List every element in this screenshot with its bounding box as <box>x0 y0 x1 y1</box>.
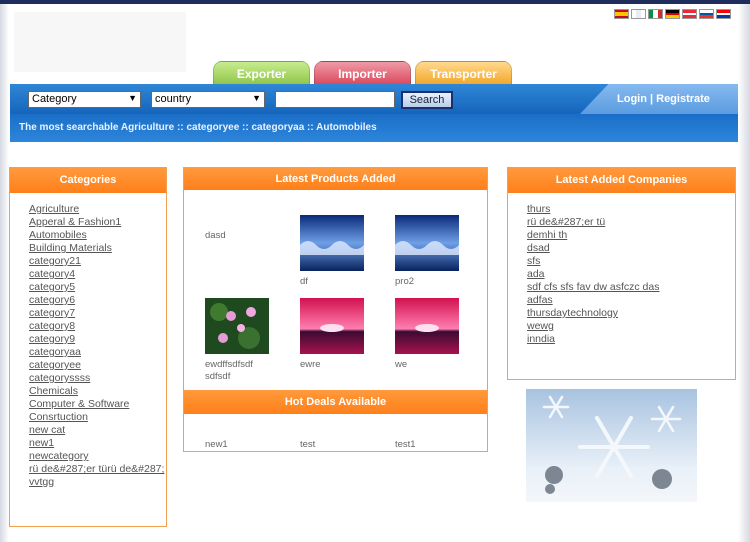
france-flag-icon[interactable] <box>631 9 646 19</box>
chevron-down-icon: ▼ <box>252 93 261 103</box>
search-input[interactable] <box>275 91 395 108</box>
category-link[interactable]: categoryee <box>29 359 166 372</box>
companies-list: thurs rü de&#287;er tü demhi th dsad sfs ada s… <box>508 193 735 346</box>
category-link[interactable]: Consrtuction <box>29 411 166 424</box>
slovenia-flag-icon[interactable] <box>699 9 714 19</box>
company-link[interactable]: inndia <box>527 333 735 346</box>
product-label-dasd[interactable]: dasd <box>205 230 226 241</box>
hot-deal-test1[interactable]: test1 <box>395 439 416 450</box>
categories-list: Agriculture Apperal & Fashion1 Automobiles… <box>10 193 166 489</box>
left-frame <box>0 4 9 542</box>
snowflake-banner-image[interactable] <box>526 389 697 502</box>
categories-title: Categories <box>10 168 166 193</box>
hot-deal-test[interactable]: test <box>300 439 315 450</box>
spain-flag-icon[interactable] <box>614 9 629 19</box>
category-link[interactable]: categoryssss <box>29 372 166 385</box>
product-image-ewdffsdfsdf[interactable] <box>205 298 269 354</box>
product-label-ewdffsdfsdf[interactable]: ewdffsdfsdf sdfsdf <box>205 359 275 383</box>
search-bar: Category ▼ country ▼ Search Login | Regist… <box>10 84 738 114</box>
company-link[interactable]: thursdaytechnology <box>527 307 735 320</box>
category-link[interactable]: category21 <box>29 255 166 268</box>
login-register-link[interactable]: Login | Registrate <box>617 93 710 105</box>
category-link[interactable]: Chemicals <box>29 385 166 398</box>
company-link[interactable]: adfas <box>527 294 735 307</box>
category-select-value: Category <box>32 93 77 105</box>
category-select[interactable]: Category ▼ <box>28 91 141 108</box>
latest-companies-title: Latest Added Companies <box>508 168 735 193</box>
company-link[interactable]: dsad <box>527 242 735 255</box>
tab-exporter[interactable]: Exporter <box>213 61 310 85</box>
chevron-down-icon: ▼ <box>128 93 137 103</box>
product-label-df[interactable]: df <box>300 276 308 287</box>
search-button[interactable]: Search <box>401 91 453 109</box>
product-label-pro2[interactable]: pro2 <box>395 276 414 287</box>
categories-panel: Categories Agriculture Apperal & Fashion1… <box>9 167 167 527</box>
product-image-ewre[interactable] <box>300 298 364 354</box>
company-link[interactable]: sdf cfs sfs fav dw asfczc das <box>527 281 735 294</box>
category-link[interactable]: Agriculture <box>29 203 166 216</box>
category-link[interactable]: Automobiles <box>29 229 166 242</box>
category-link[interactable]: vvtgg <box>29 476 166 489</box>
latest-companies-panel: Latest Added Companies thurs rü de&#287;e… <box>507 167 736 380</box>
latest-products-panel: Latest Products Added dasd df pro2 ewdff… <box>183 167 488 452</box>
category-link[interactable]: rü de&#287;er türü de&#287; <box>10 463 166 476</box>
category-link[interactable]: categoryaa <box>29 346 166 359</box>
top-border <box>0 0 750 4</box>
category-link[interactable]: category8 <box>29 320 166 333</box>
austria-flag-icon[interactable] <box>682 9 697 19</box>
breadcrumb-bar: The most searchable Agriculture :: categ… <box>10 114 738 142</box>
category-link[interactable]: newcategory <box>29 450 166 463</box>
company-link[interactable]: wewg <box>527 320 735 333</box>
company-link[interactable]: thurs <box>527 203 735 216</box>
hot-deals-title: Hot Deals Available <box>184 390 487 414</box>
main-tabs: Exporter Importer Transporter <box>213 61 512 85</box>
category-link[interactable]: Computer & Software <box>10 398 166 411</box>
italy-flag-icon[interactable] <box>648 9 663 19</box>
site-logo[interactable] <box>14 12 186 72</box>
tab-transporter[interactable]: Transporter <box>415 61 512 85</box>
hot-deal-new1[interactable]: new1 <box>205 439 228 450</box>
product-image-we[interactable] <box>395 298 459 354</box>
category-link[interactable]: category4 <box>29 268 166 281</box>
category-link[interactable]: Apperal & Fashion1 <box>29 216 166 229</box>
breadcrumb: The most searchable Agriculture :: categ… <box>19 122 377 133</box>
company-link[interactable]: demhi th <box>527 229 735 242</box>
product-image-pro2[interactable] <box>395 215 459 271</box>
country-select-value: country <box>155 93 192 105</box>
croatia-flag-icon[interactable] <box>716 9 731 19</box>
category-link[interactable]: new cat <box>29 424 166 437</box>
category-link[interactable]: category5 <box>29 281 166 294</box>
right-frame <box>738 4 750 542</box>
tab-importer[interactable]: Importer <box>314 61 411 85</box>
product-label-we[interactable]: we <box>395 359 407 370</box>
company-link[interactable]: rü de&#287;er tü <box>527 216 735 229</box>
germany-flag-icon[interactable] <box>665 9 680 19</box>
product-image-df[interactable] <box>300 215 364 271</box>
company-link[interactable]: sfs <box>527 255 735 268</box>
category-link[interactable]: new1 <box>29 437 166 450</box>
category-link[interactable]: category9 <box>29 333 166 346</box>
category-link[interactable]: category6 <box>29 294 166 307</box>
company-link[interactable]: ada <box>527 268 735 281</box>
latest-products-title: Latest Products Added <box>184 168 487 190</box>
country-select[interactable]: country ▼ <box>151 91 265 108</box>
category-link[interactable]: category7 <box>29 307 166 320</box>
category-link[interactable]: Building Materials <box>29 242 166 255</box>
language-flags <box>614 9 731 19</box>
product-label-ewre[interactable]: ewre <box>300 359 321 370</box>
